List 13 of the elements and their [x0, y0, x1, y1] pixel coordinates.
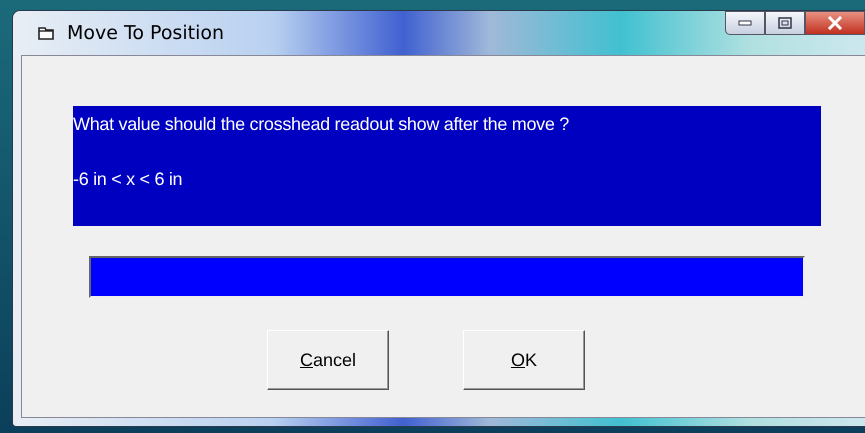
prompt-text: -6 in < x < 6 in	[73, 169, 184, 190]
close-icon	[827, 16, 843, 30]
prompt-text: What value should the crosshead readout show after the move ?	[73, 114, 570, 135]
window-title: Move To Position	[67, 22, 224, 44]
close-button[interactable]	[805, 11, 865, 35]
window-icon	[37, 25, 55, 41]
dialog-button[interactable]: Cancel	[267, 330, 389, 390]
dialog-button[interactable]: OK	[463, 330, 585, 390]
input-field[interactable]	[89, 256, 805, 298]
maximize-icon	[778, 17, 792, 29]
minimize-icon	[738, 20, 752, 26]
minimize-button[interactable]	[725, 11, 765, 35]
maximize-button[interactable]	[765, 11, 805, 35]
